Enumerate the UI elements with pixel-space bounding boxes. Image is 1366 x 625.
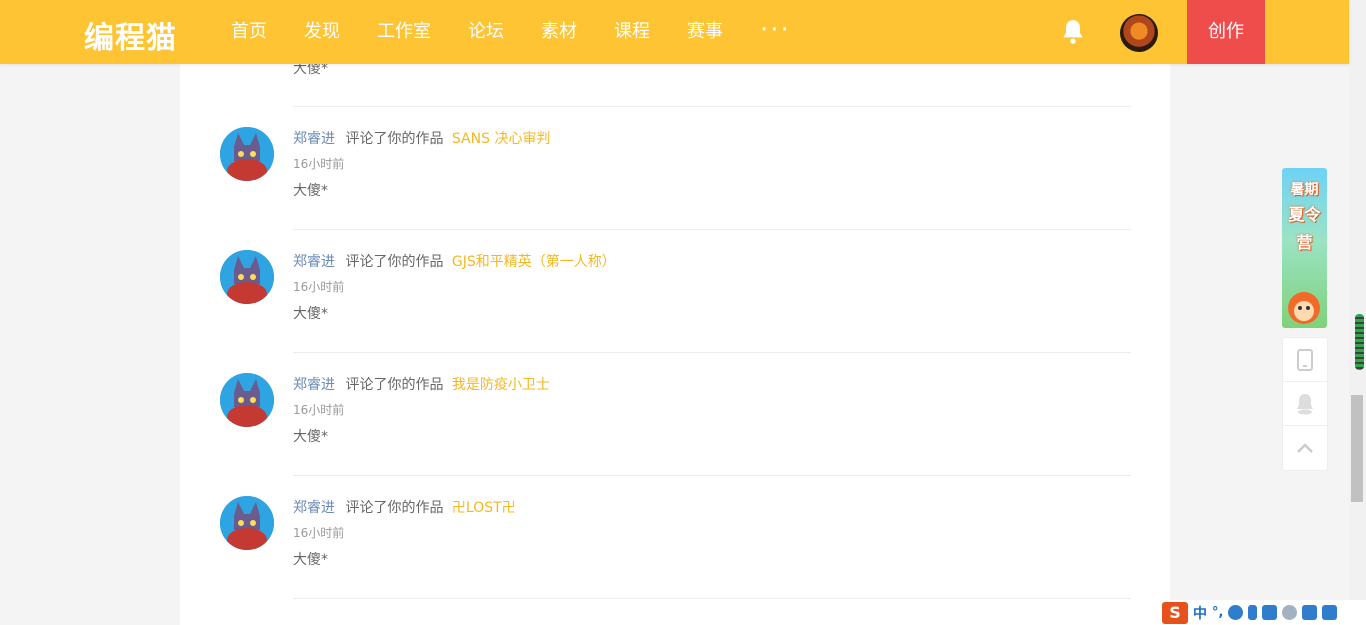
qq-icon[interactable] (1283, 381, 1327, 425)
timestamp: 16小时前 (293, 526, 345, 540)
user-name-link[interactable]: 郑睿进 (293, 131, 335, 147)
work-link[interactable]: GJS和平精英（第一人称） (452, 254, 616, 270)
timestamp: 16小时前 (293, 157, 345, 171)
notification-item: 郑睿进 评论了你的作品 SANS 决心审判 16小时前 大傻* (220, 127, 1120, 247)
notification-line: 郑睿进 评论了你的作品 我是防疫小卫士 (293, 374, 550, 394)
back-to-top-icon[interactable] (1283, 425, 1327, 469)
comment-text: 大傻* (293, 306, 328, 322)
scrollbar-track[interactable] (1349, 0, 1366, 625)
user-avatar[interactable] (220, 127, 274, 181)
timestamp: 16小时前 (293, 280, 345, 294)
notification-line: 郑睿进 评论了你的作品 卍LOST卍 (293, 497, 516, 517)
emoji-icon[interactable] (1228, 605, 1244, 620)
comment-text: 大傻* (293, 429, 328, 445)
site-logo[interactable]: 编程猫 (84, 13, 177, 57)
user-name-link[interactable]: 郑睿进 (293, 254, 335, 270)
top-navigation-bar: 编程猫 首页 发现 工作室 论坛 素材 课程 赛事 ··· 创作 (0, 0, 1349, 64)
notification-line: 郑睿进 评论了你的作品 GJS和平精英（第一人称） (293, 251, 616, 271)
skin-icon[interactable] (1302, 605, 1318, 620)
user-icon[interactable] (1282, 605, 1298, 620)
notification-line: 郑睿进 评论了你的作品 SANS 决心审判 (293, 128, 550, 148)
action-text: 评论了你的作品 (345, 254, 444, 270)
notification-panel: 大傻* 郑睿进 评论了你的作品 SANS 决心审判 16小时前 大傻* 郑睿进 … (180, 0, 1170, 625)
user-avatar[interactable] (220, 250, 274, 304)
user-name-link[interactable]: 郑睿进 (293, 500, 335, 516)
work-link[interactable]: SANS 决心审判 (452, 131, 551, 147)
volume-indicator (1355, 314, 1364, 370)
sogou-logo[interactable]: S (1162, 601, 1188, 624)
nav-forum[interactable]: 论坛 (468, 0, 504, 64)
scrollbar-thumb[interactable] (1351, 395, 1363, 502)
phone-icon[interactable] (1283, 338, 1327, 381)
nav-courses[interactable]: 课程 (614, 0, 650, 64)
summer-camp-banner[interactable]: 暑期 夏令营 (1282, 168, 1327, 328)
work-link[interactable]: 我是防疫小卫士 (452, 377, 550, 393)
main-nav: 首页 发现 工作室 论坛 素材 课程 赛事 ··· (231, 0, 791, 64)
work-link[interactable]: 卍LOST卍 (452, 500, 516, 516)
action-text: 评论了你的作品 (345, 377, 444, 393)
notification-item: 郑睿进 评论了你的作品 卍LOST卍 16小时前 大傻* (220, 496, 1120, 616)
ime-language[interactable]: 中 (1193, 603, 1207, 623)
mascot-icon (1288, 292, 1320, 324)
action-text: 评论了你的作品 (345, 131, 444, 147)
user-avatar[interactable] (220, 373, 274, 427)
banner-text: 暑期 夏令营 (1288, 182, 1321, 252)
nav-home[interactable]: 首页 (231, 0, 267, 64)
ime-toolbar[interactable]: S 中 °, (1158, 600, 1366, 625)
nav-discover[interactable]: 发现 (304, 0, 340, 64)
side-toolbar (1282, 337, 1328, 471)
more-menu-icon[interactable]: ··· (760, 0, 791, 64)
ime-punctuation[interactable]: °, (1212, 605, 1223, 620)
grid-icon[interactable] (1322, 605, 1338, 620)
microphone-icon[interactable] (1248, 605, 1258, 620)
keyboard-icon[interactable] (1262, 605, 1278, 620)
timestamp: 16小时前 (293, 403, 345, 417)
nav-studio[interactable]: 工作室 (377, 0, 431, 64)
user-name-link[interactable]: 郑睿进 (293, 377, 335, 393)
notification-item: 郑睿进 评论了你的作品 GJS和平精英（第一人称） 16小时前 大傻* (220, 250, 1120, 370)
create-button[interactable]: 创作 (1187, 0, 1265, 64)
user-avatar[interactable] (220, 496, 274, 550)
nav-events[interactable]: 赛事 (687, 0, 723, 64)
action-text: 评论了你的作品 (345, 500, 444, 516)
notification-item: 郑睿进 评论了你的作品 我是防疫小卫士 16小时前 大傻* (220, 373, 1120, 493)
comment-text: 大傻* (293, 552, 328, 568)
comment-text: 大傻* (293, 183, 328, 199)
divider (293, 106, 1131, 107)
nav-materials[interactable]: 素材 (541, 0, 577, 64)
user-avatar[interactable] (1120, 14, 1158, 52)
bell-icon[interactable] (1060, 18, 1086, 46)
